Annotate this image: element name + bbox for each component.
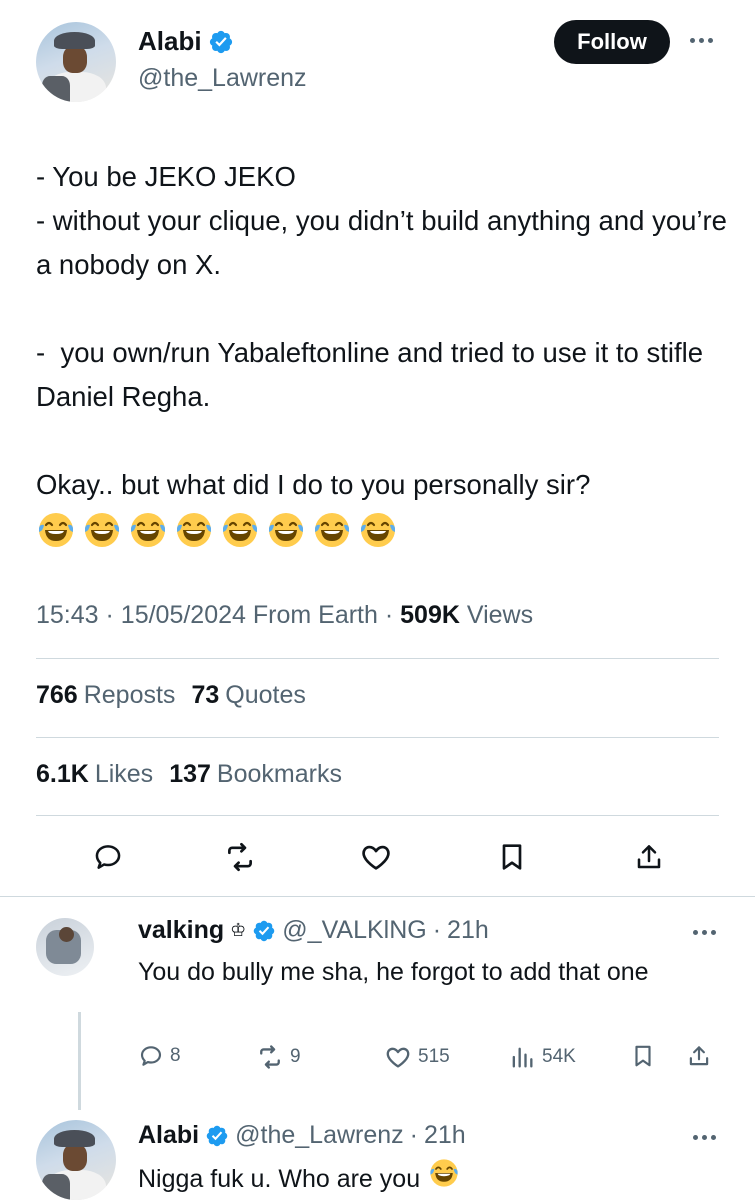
likes-stat[interactable]: 6.1K Likes xyxy=(36,760,153,789)
like-icon[interactable] xyxy=(354,835,398,879)
more-icon[interactable] xyxy=(693,930,716,935)
laughing-emoji-icon xyxy=(128,510,168,550)
reply-views-count: 54K xyxy=(542,1046,576,1067)
divider xyxy=(36,815,719,816)
author-name-row: Alabi xyxy=(138,26,234,57)
author-avatar[interactable] xyxy=(36,22,116,102)
tweet-date[interactable]: 15/05/2024 xyxy=(121,601,246,629)
like-stats: 6.1K Likes 137 Bookmarks xyxy=(36,760,342,789)
tweet-text: - You be JEKO JEKO - without your clique… xyxy=(36,161,727,500)
reply-header: Alabi @the_Lawrenz · 21h xyxy=(138,1121,466,1150)
more-icon[interactable] xyxy=(690,38,713,43)
views-icon xyxy=(512,1047,533,1068)
reply-time[interactable]: 21h xyxy=(424,1121,466,1150)
reply-handle[interactable]: @the_Lawrenz xyxy=(235,1121,404,1150)
verified-badge-icon xyxy=(209,30,232,53)
laughing-emoji-icon xyxy=(266,510,306,550)
reposts-stat[interactable]: 766 Reposts xyxy=(36,681,175,710)
like-icon xyxy=(386,1047,410,1068)
reply-avatar[interactable] xyxy=(36,1120,116,1200)
laughing-emoji-icon xyxy=(358,510,398,550)
author-display-name[interactable]: Alabi xyxy=(138,26,202,57)
laughing-emoji-icon xyxy=(82,510,122,550)
reply-icon xyxy=(140,1046,162,1066)
reply-repost-button[interactable]: 9 xyxy=(256,1043,301,1071)
bookmarks-stat[interactable]: 137 Bookmarks xyxy=(169,760,342,789)
reply-replies-count: 8 xyxy=(170,1045,181,1066)
reply-avatar[interactable] xyxy=(36,918,94,976)
verified-badge-icon xyxy=(254,920,275,941)
divider xyxy=(36,737,719,738)
follow-button[interactable]: Follow xyxy=(554,20,670,64)
quotes-stat[interactable]: 73 Quotes xyxy=(191,681,305,710)
tweet-source: From Earth xyxy=(252,601,378,629)
reply-icon[interactable] xyxy=(86,835,130,879)
crown-icon: ♔ xyxy=(230,920,247,940)
laughing-emoji-icon xyxy=(312,510,352,550)
share-icon xyxy=(689,1046,709,1066)
laughing-emoji-icon xyxy=(428,1157,460,1200)
laughing-emoji-icon xyxy=(36,510,76,550)
reply-handle[interactable]: @_VALKlNG xyxy=(282,916,426,945)
emoji-row xyxy=(36,510,398,550)
reply-reply-button[interactable]: 8 xyxy=(138,1043,181,1069)
reply-text: You do bully me sha, he forgot to add th… xyxy=(138,958,649,986)
tweet-meta: 15:43 · 15/05/2024 From Earth · 509K Vie… xyxy=(36,601,534,629)
more-icon[interactable] xyxy=(693,1135,716,1140)
reply-action-bar: 8 9 515 54K xyxy=(138,1043,718,1075)
reply-display-name[interactable]: valking xyxy=(138,916,224,945)
bookmark-icon[interactable] xyxy=(490,835,534,879)
divider xyxy=(36,658,719,659)
reply-text: Nigga fuk u. Who are you xyxy=(138,1164,421,1193)
thread-line xyxy=(78,1012,81,1110)
verified-badge-icon xyxy=(206,1125,228,1146)
share-icon[interactable] xyxy=(627,835,671,879)
repost-icon[interactable] xyxy=(218,835,262,879)
tweet-action-bar xyxy=(0,835,755,885)
laughing-emoji-icon xyxy=(174,510,214,550)
repost-icon xyxy=(260,1045,280,1069)
reply-views-button[interactable]: 54K xyxy=(508,1043,576,1071)
bookmark-icon xyxy=(635,1045,651,1067)
views-count: 509K xyxy=(400,601,460,629)
laughing-emoji-icon xyxy=(220,510,260,550)
reply-display-name[interactable]: Alabi xyxy=(138,1121,199,1150)
reply-reposts-count: 9 xyxy=(290,1046,301,1067)
reply-likes-count: 515 xyxy=(418,1046,450,1067)
reply-header: valking ♔ @_VALKlNG · 21h xyxy=(138,916,489,945)
author-handle[interactable]: @the_Lawrenz xyxy=(138,64,307,93)
reply-share-button[interactable] xyxy=(686,1043,712,1069)
divider xyxy=(0,896,755,897)
views-label: Views xyxy=(466,601,534,629)
reply-like-button[interactable]: 515 xyxy=(384,1043,450,1071)
repost-stats: 766 Reposts 73 Quotes xyxy=(36,681,306,710)
reply-bookmark-button[interactable] xyxy=(630,1043,656,1069)
tweet-time[interactable]: 15:43 xyxy=(36,601,99,629)
reply-text-row: Nigga fuk u. Who are you xyxy=(138,1157,718,1200)
reply-time[interactable]: 21h xyxy=(447,916,489,945)
